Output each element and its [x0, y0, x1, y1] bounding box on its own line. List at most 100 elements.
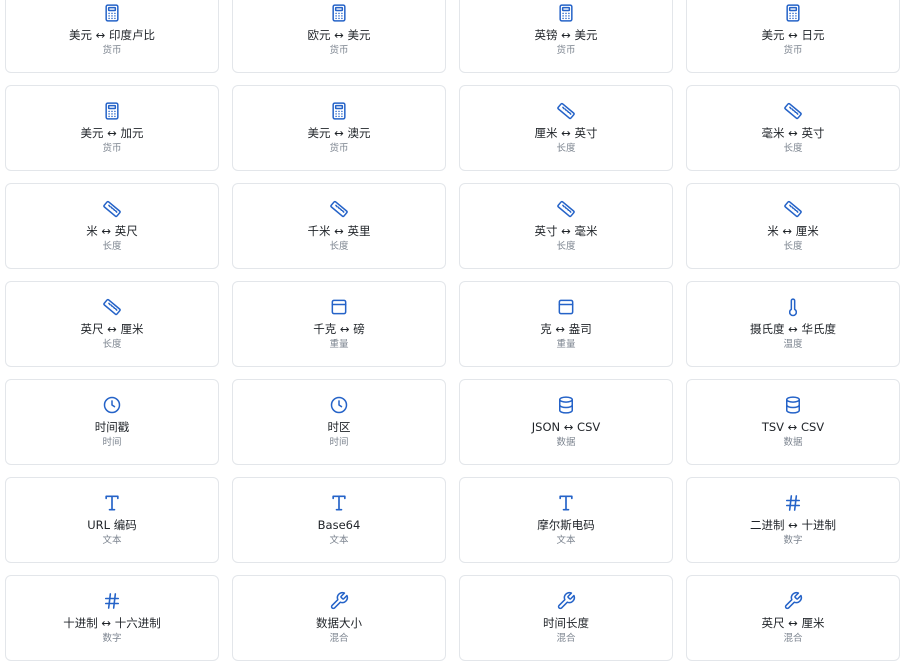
converter-card-25[interactable]: 十进制 ↔ 十六进制 数字 — [5, 575, 219, 661]
converter-card-20[interactable]: TSV ↔ CSV 数据 — [686, 379, 900, 465]
clock-icon — [102, 395, 122, 415]
card-title: 美元 ↔ 加元 — [80, 126, 144, 140]
converter-card-18[interactable]: 时区 时间 — [232, 379, 446, 465]
converter-card-14[interactable]: 千克 ↔ 磅 重量 — [232, 281, 446, 367]
card-category: 货币 — [329, 143, 349, 154]
ruler-icon — [102, 297, 122, 317]
card-category: 数字 — [783, 535, 803, 546]
card-title: 时区 — [327, 420, 351, 434]
card-category: 数据 — [556, 437, 576, 448]
scale-icon — [329, 297, 349, 317]
ruler-icon — [556, 101, 576, 121]
card-title: 数据大小 — [316, 616, 362, 630]
card-category: 货币 — [102, 143, 122, 154]
calculator-icon — [556, 3, 576, 23]
wrench-icon — [556, 591, 576, 611]
thermometer-icon — [783, 297, 803, 317]
card-title: 米 ↔ 厘米 — [767, 224, 819, 238]
card-title: 美元 ↔ 印度卢比 — [69, 28, 155, 42]
converter-card-5[interactable]: 美元 ↔ 加元 货币 — [5, 85, 219, 171]
card-category: 混合 — [329, 633, 349, 644]
converter-card-21[interactable]: URL 编码 文本 — [5, 477, 219, 563]
converter-card-26[interactable]: 数据大小 混合 — [232, 575, 446, 661]
card-category: 文本 — [102, 535, 122, 546]
card-category: 数据 — [783, 437, 803, 448]
card-title: 二进制 ↔ 十进制 — [750, 518, 836, 532]
wrench-icon — [329, 591, 349, 611]
converter-grid: 美元 ↔ 印度卢比 货币 欧元 ↔ 美元 货币 英镑 ↔ 美元 货币 美元 ↔ … — [5, 0, 900, 661]
card-title: 千米 ↔ 英里 — [307, 224, 371, 238]
converter-card-10[interactable]: 千米 ↔ 英里 长度 — [232, 183, 446, 269]
calculator-icon — [102, 101, 122, 121]
card-category: 温度 — [783, 339, 803, 350]
card-title: 美元 ↔ 澳元 — [307, 126, 371, 140]
calculator-icon — [329, 101, 349, 121]
converter-card-11[interactable]: 英寸 ↔ 毫米 长度 — [459, 183, 673, 269]
ruler-icon — [783, 199, 803, 219]
converter-card-9[interactable]: 米 ↔ 英尺 长度 — [5, 183, 219, 269]
converter-card-28[interactable]: 英尺 ↔ 厘米 混合 — [686, 575, 900, 661]
clock-icon — [329, 395, 349, 415]
ruler-icon — [329, 199, 349, 219]
converter-card-15[interactable]: 克 ↔ 盎司 重量 — [459, 281, 673, 367]
card-title: JSON ↔ CSV — [531, 420, 601, 434]
text-icon — [556, 493, 576, 513]
converter-card-16[interactable]: 摄氏度 ↔ 华氏度 温度 — [686, 281, 900, 367]
card-category: 重量 — [556, 339, 576, 350]
card-title: 米 ↔ 英尺 — [86, 224, 138, 238]
calculator-icon — [329, 3, 349, 23]
card-title: 英寸 ↔ 毫米 — [534, 224, 598, 238]
card-title: TSV ↔ CSV — [761, 420, 825, 434]
card-category: 长度 — [102, 339, 122, 350]
card-category: 混合 — [783, 633, 803, 644]
ruler-icon — [556, 199, 576, 219]
card-category: 长度 — [556, 143, 576, 154]
converter-card-22[interactable]: Base64 文本 — [232, 477, 446, 563]
card-category: 长度 — [783, 241, 803, 252]
hash-icon — [783, 493, 803, 513]
card-title: Base64 — [317, 518, 361, 532]
card-title: 英尺 ↔ 厘米 — [80, 322, 144, 336]
text-icon — [329, 493, 349, 513]
card-title: 美元 ↔ 日元 — [761, 28, 825, 42]
converter-card-6[interactable]: 美元 ↔ 澳元 货币 — [232, 85, 446, 171]
card-title: 摄氏度 ↔ 华氏度 — [750, 322, 836, 336]
card-category: 长度 — [102, 241, 122, 252]
card-category: 数字 — [102, 633, 122, 644]
hash-icon — [102, 591, 122, 611]
converter-card-12[interactable]: 米 ↔ 厘米 长度 — [686, 183, 900, 269]
wrench-icon — [783, 591, 803, 611]
card-title: 时间长度 — [543, 616, 589, 630]
card-category: 混合 — [556, 633, 576, 644]
converter-card-1[interactable]: 美元 ↔ 印度卢比 货币 — [5, 0, 219, 73]
card-category: 货币 — [329, 45, 349, 56]
converter-card-3[interactable]: 英镑 ↔ 美元 货币 — [459, 0, 673, 73]
converter-card-23[interactable]: 摩尔斯电码 文本 — [459, 477, 673, 563]
converter-card-13[interactable]: 英尺 ↔ 厘米 长度 — [5, 281, 219, 367]
converter-card-17[interactable]: 时间戳 时间 — [5, 379, 219, 465]
database-icon — [556, 395, 576, 415]
card-title: 毫米 ↔ 英寸 — [761, 126, 825, 140]
card-title: 十进制 ↔ 十六进制 — [63, 616, 161, 630]
card-title: 千克 ↔ 磅 — [313, 322, 365, 336]
card-category: 长度 — [329, 241, 349, 252]
card-title: 时间戳 — [94, 420, 130, 434]
card-category: 时间 — [329, 437, 349, 448]
card-title: 厘米 ↔ 英寸 — [534, 126, 598, 140]
card-title: 欧元 ↔ 美元 — [307, 28, 371, 42]
converter-card-4[interactable]: 美元 ↔ 日元 货币 — [686, 0, 900, 73]
converter-card-2[interactable]: 欧元 ↔ 美元 货币 — [232, 0, 446, 73]
converter-card-19[interactable]: JSON ↔ CSV 数据 — [459, 379, 673, 465]
calculator-icon — [102, 3, 122, 23]
converter-card-7[interactable]: 厘米 ↔ 英寸 长度 — [459, 85, 673, 171]
converter-card-24[interactable]: 二进制 ↔ 十进制 数字 — [686, 477, 900, 563]
card-title: 英尺 ↔ 厘米 — [761, 616, 825, 630]
converter-card-8[interactable]: 毫米 ↔ 英寸 长度 — [686, 85, 900, 171]
card-category: 长度 — [783, 143, 803, 154]
card-title: URL 编码 — [87, 518, 137, 532]
scale-icon — [556, 297, 576, 317]
card-category: 重量 — [329, 339, 349, 350]
card-category: 货币 — [783, 45, 803, 56]
card-category: 长度 — [556, 241, 576, 252]
converter-card-27[interactable]: 时间长度 混合 — [459, 575, 673, 661]
